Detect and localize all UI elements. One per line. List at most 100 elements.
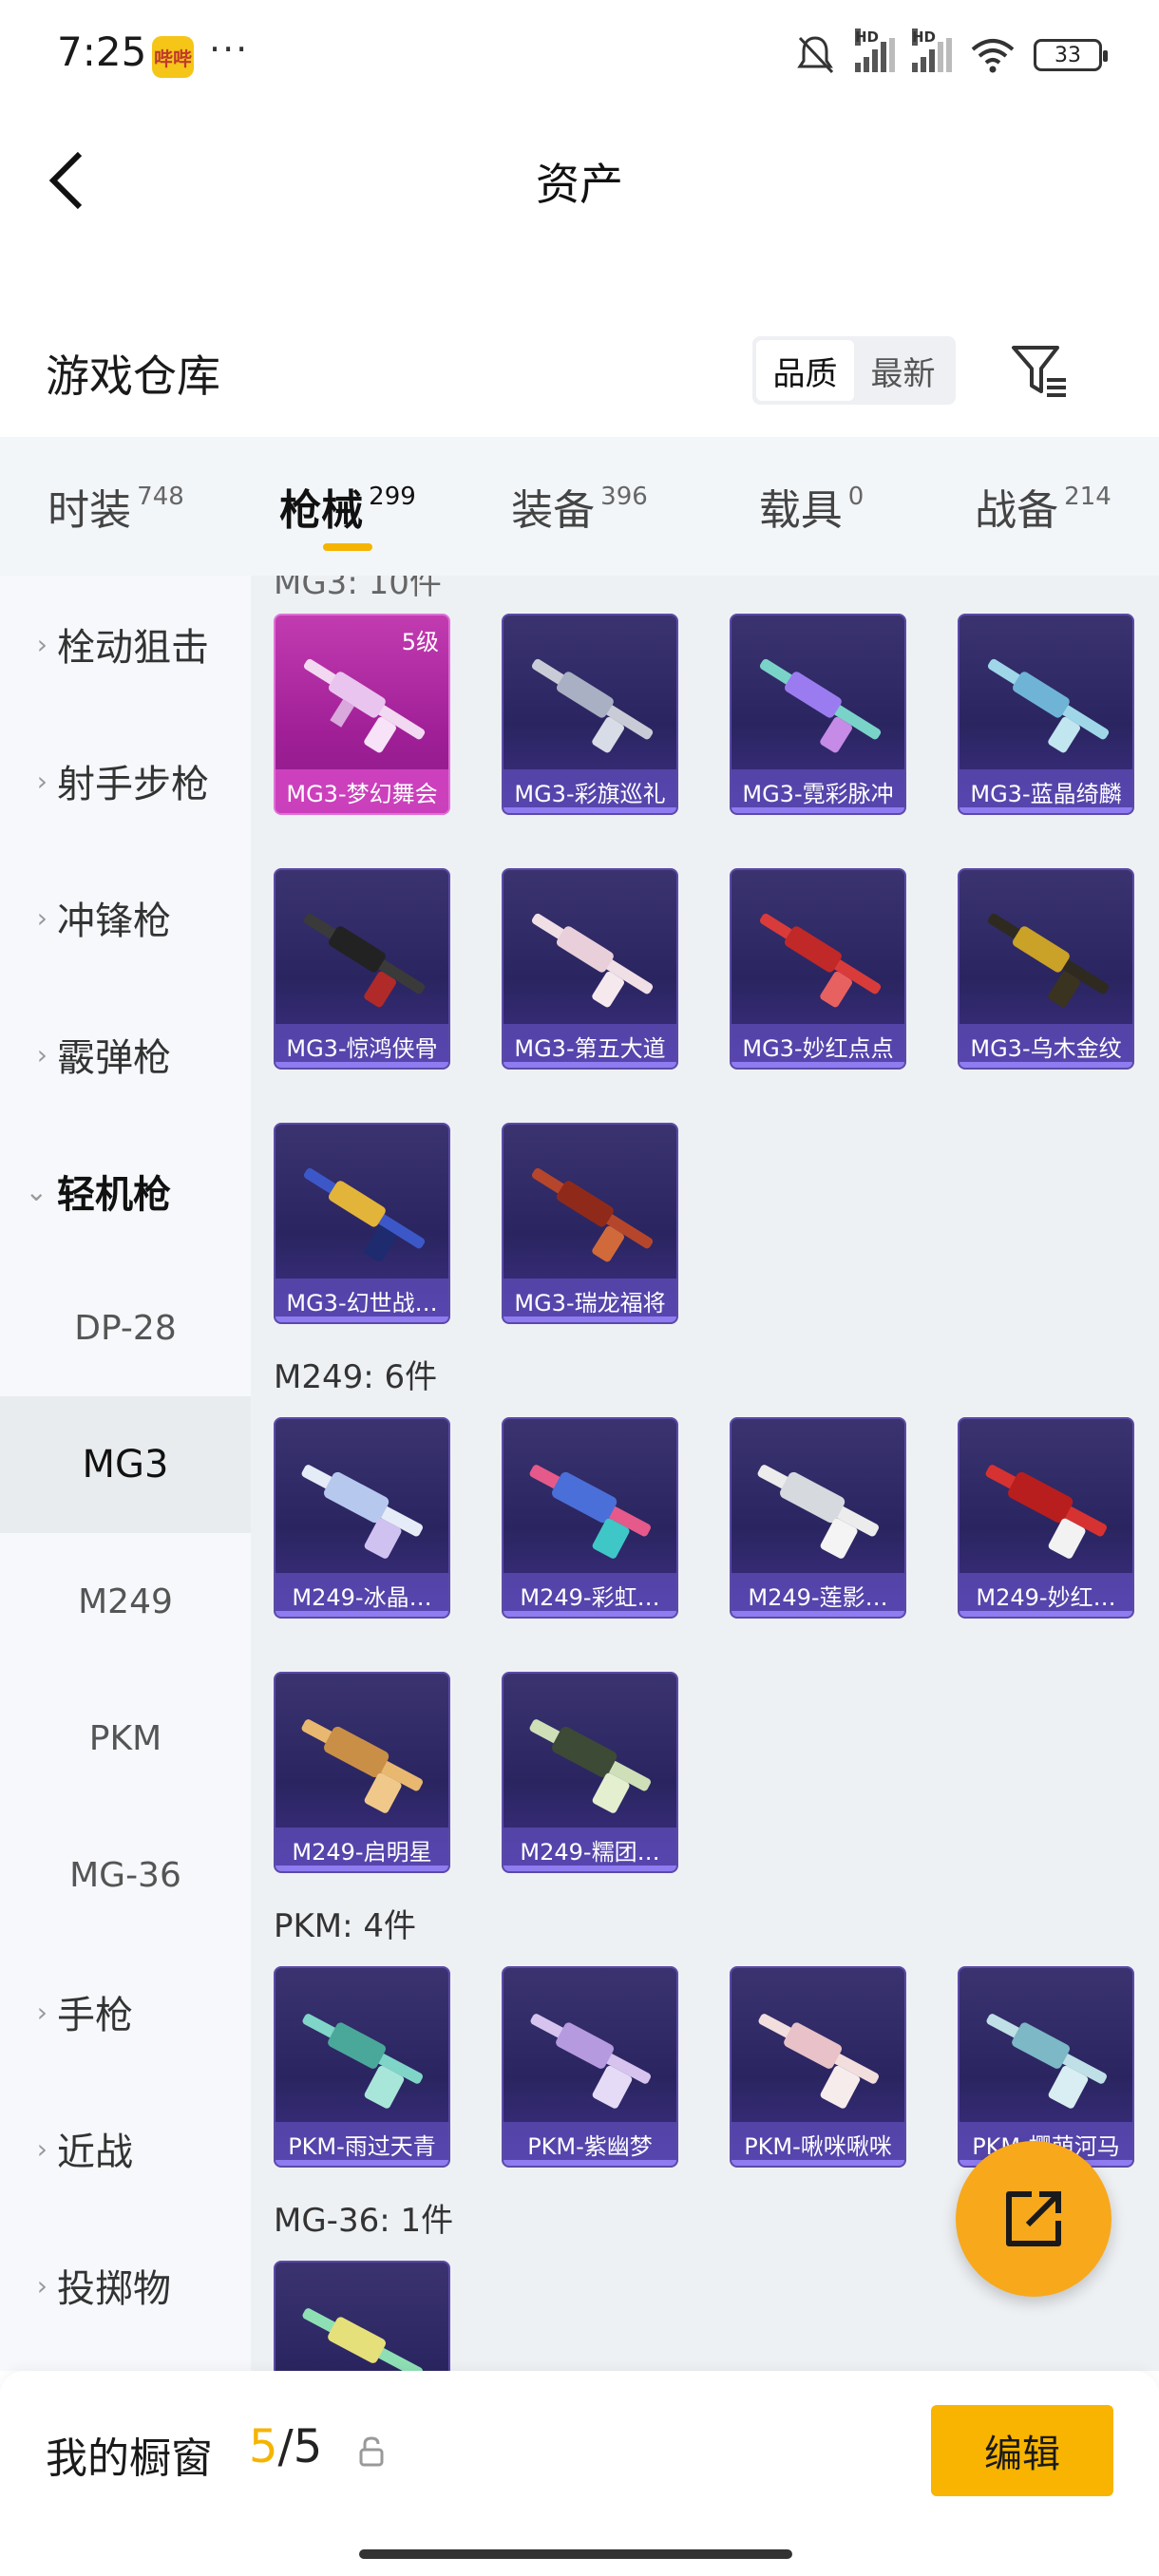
rarity-stripe [504,807,676,813]
weapon-icon [303,1167,426,1262]
group-label-mg3: MG3: 10件 [274,576,442,602]
rarity-stripe [504,1611,676,1617]
skin-card[interactable]: MG3-蓝晶绮麟 [958,614,1134,815]
tab-fashion[interactable]: 时装 748 [0,437,232,576]
showcase-total: 5 [293,2420,323,2473]
tab-count: 299 [369,483,416,511]
sidebar-item-label: 冲锋枪 [57,900,171,943]
active-tab-indicator [323,543,372,551]
level-badge: 5级 [401,629,439,655]
filter-icon [1012,346,1066,397]
sidebar-subitem-mg3[interactable]: MG3 [0,1396,251,1533]
skin-card[interactable]: M249-莲影… [730,1417,906,1619]
chevron-right-icon: › [36,2132,48,2165]
sort-newest[interactable]: 最新 [854,340,952,401]
skin-card[interactable]: PKM-啾咪啾咪 [730,1966,906,2168]
showcase-count: 5/5 [249,2420,322,2473]
sidebar-item-bolt-sniper[interactable]: › 栓动狙击 [0,576,251,712]
chevron-right-icon: › [36,901,48,934]
weapon-icon [759,913,882,1008]
rarity-stripe [276,1866,448,1871]
sidebar-subitem-mg36[interactable]: MG-36 [0,1807,251,1943]
skin-card[interactable]: MG3-幻世战… [274,1123,450,1324]
sidebar-item-dmr[interactable]: › 射手步枪 [0,712,251,849]
tab-label: 装备 [511,486,596,535]
sidebar-item-label: 轻机枪 [57,1173,171,1217]
sidebar-item-pistol[interactable]: › 手枪 [0,1943,251,2080]
tab-label: 载具 [758,486,843,535]
weapon-icon [987,913,1110,1008]
skin-card[interactable]: 5级 MG3-梦幻舞会 [274,614,450,815]
sidebar-item-label: 霰弹枪 [57,1036,171,1080]
skin-card[interactable]: MG3-彩旗巡礼 [502,614,678,815]
skin-card[interactable]: MG3-瑞龙福将 [502,1123,678,1324]
weapon-icon [759,658,882,753]
rarity-stripe [276,1062,448,1068]
group-label-m249: M249: 6件 [274,1358,438,1396]
sidebar-item-melee[interactable]: › 近战 [0,2080,251,2217]
rarity-stripe [276,1316,448,1322]
skin-card[interactable]: PKM-紫幽梦 [502,1966,678,2168]
tab-guns[interactable]: 枪械 299 [232,437,464,576]
sidebar-item-lmg[interactable]: ⌄ 轻机枪 [0,1123,251,1260]
tab-count: 396 [600,483,648,511]
weapon-icon [529,1719,651,1813]
weapon-icon [531,658,654,753]
skin-card[interactable] [274,2261,450,2371]
status-icons: HD HD 33 [792,28,1108,78]
edit-button[interactable]: 编辑 [931,2405,1113,2496]
status-bar: 7:25 哔哔 ··· HD HD 33 [0,0,1159,114]
sort-quality[interactable]: 品质 [756,340,854,401]
sidebar-item-shotgun[interactable]: › 霰弹枪 [0,986,251,1123]
rarity-stripe [504,1316,676,1322]
tab-count: 748 [137,483,184,511]
tab-equipment[interactable]: 装备 396 [464,437,695,576]
sidebar-subitem-pkm[interactable]: PKM [0,1670,251,1807]
skin-card[interactable]: M249-彩虹… [502,1417,678,1619]
weapon-icon [531,913,654,1008]
filter-button[interactable] [1007,338,1074,405]
signal-icon-2: HD [912,28,952,72]
sort-toggle: 品质 最新 [752,336,956,405]
showcase-separator: / [277,2420,294,2473]
weapon-icon [302,2014,423,2109]
sidebar-item-label: 栓动狙击 [57,626,209,670]
weapon-category-sidebar: › 栓动狙击 › 射手步枪 › 冲锋枪 › 霰弹枪 ⌄ 轻机枪 DP-28 MG… [0,576,251,2371]
skin-card[interactable]: PKM-雨过天青 [274,1966,450,2168]
skin-card[interactable]: M249-糯团… [502,1672,678,1873]
sidebar-item-label: 手枪 [57,1994,133,2037]
home-indicator[interactable] [359,2549,792,2559]
rarity-stripe [732,807,904,813]
tab-vehicles[interactable]: 载具 0 [695,437,927,576]
weapon-icon [987,658,1110,753]
skin-card[interactable]: PKM-樱萌河马 [958,1966,1134,2168]
weapon-icon [757,1465,879,1559]
sidebar-item-throwable[interactable]: › 投掷物 [0,2217,251,2354]
share-button[interactable] [956,2141,1112,2297]
sidebar-subitem-m249[interactable]: M249 [0,1533,251,1670]
weapon-skin-grid: MG3: 10件 5级 MG3-梦幻舞会 MG3-彩旗巡礼 MG3-霓彩脉冲 M… [251,576,1159,2371]
mute-icon [797,36,834,74]
weapon-icon [303,913,426,1008]
weapon-icon [301,1719,423,1813]
skin-card[interactable]: M249-妙红… [958,1417,1134,1619]
sidebar-item-smg[interactable]: › 冲锋枪 [0,849,251,986]
tab-label: 战备 [975,486,1059,535]
skin-card[interactable]: MG3-惊鸿侠骨 [274,868,450,1070]
weapon-icon [303,658,426,753]
skin-card[interactable]: MG3-霓彩脉冲 [730,614,906,815]
chevron-right-icon: › [36,765,48,797]
sidebar-subitem-dp28[interactable]: DP-28 [0,1260,251,1396]
skin-card[interactable]: MG3-妙红点点 [730,868,906,1070]
chevron-down-icon: ⌄ [25,1175,48,1207]
weapon-icon [529,1465,651,1559]
skin-card[interactable]: MG3-第五大道 [502,868,678,1070]
tab-gear[interactable]: 战备 214 [927,437,1159,576]
section-title: 游戏仓库 [46,350,220,402]
header: 资产 [0,123,1159,237]
skin-card[interactable]: M249-冰晶… [274,1417,450,1619]
rarity-stripe [504,2160,676,2166]
showcase-label: 我的橱窗 [46,2434,213,2483]
skin-card[interactable]: M249-启明星 [274,1672,450,1873]
skin-card[interactable]: MG3-乌木金纹 [958,868,1134,1070]
